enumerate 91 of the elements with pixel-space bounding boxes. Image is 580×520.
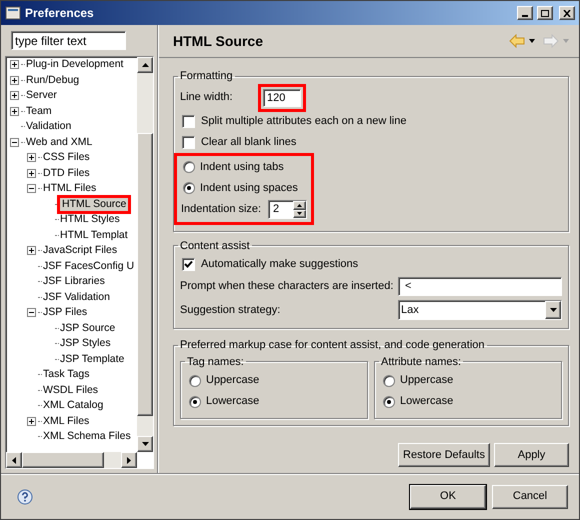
radio-button[interactable] bbox=[383, 396, 395, 408]
dialog-button[interactable]: Cancel bbox=[492, 484, 568, 508]
tree-item[interactable]: XML Schema Files bbox=[42, 429, 132, 444]
tree-item[interactable]: JavaScript Files bbox=[42, 243, 118, 258]
down-arrow-icon bbox=[297, 212, 302, 216]
radio-button[interactable] bbox=[183, 161, 195, 173]
page-button[interactable]: Apply bbox=[494, 443, 569, 467]
radio-label: Lowercase bbox=[400, 394, 454, 410]
tree-item[interactable]: Server bbox=[25, 88, 58, 104]
tree-item[interactable]: Web and XML bbox=[25, 134, 94, 150]
collapse-icon[interactable] bbox=[27, 184, 36, 194]
expand-icon[interactable] bbox=[10, 106, 19, 116]
close-icon bbox=[563, 10, 571, 16]
indentation-size-spinner[interactable]: 2 bbox=[268, 200, 307, 219]
left-arrow-icon bbox=[12, 456, 16, 464]
tree-item[interactable]: Task Tags bbox=[42, 367, 90, 382]
tree-item[interactable]: XML Files bbox=[42, 414, 90, 429]
expand-icon[interactable] bbox=[27, 416, 36, 426]
close-button[interactable] bbox=[559, 6, 575, 20]
radio-button[interactable] bbox=[183, 182, 195, 194]
tree-item[interactable]: HTML Files bbox=[42, 181, 98, 196]
tree-item[interactable]: Validation bbox=[25, 119, 72, 134]
expand-icon[interactable] bbox=[10, 60, 19, 70]
tree-item[interactable]: DTD Files bbox=[42, 166, 91, 181]
tree-item[interactable]: WSDL Files bbox=[42, 382, 100, 398]
down-arrow-icon bbox=[142, 442, 148, 446]
checkbox[interactable] bbox=[182, 136, 195, 148]
checkbox-label: Automatically make suggestions bbox=[201, 256, 358, 272]
tree-item[interactable]: HTML Styles bbox=[59, 212, 121, 228]
checkbox[interactable] bbox=[182, 258, 195, 270]
radio-button[interactable] bbox=[189, 374, 201, 386]
radio-label: Indent using spaces bbox=[200, 180, 298, 196]
filter-field[interactable]: type filter text bbox=[11, 31, 126, 50]
checkbox[interactable] bbox=[182, 114, 195, 128]
tree-item[interactable]: XML Catalog bbox=[42, 398, 104, 414]
prompt-characters-field[interactable]: < bbox=[398, 276, 562, 296]
field-label: Line width: bbox=[180, 90, 234, 106]
radio-label: Uppercase bbox=[400, 373, 454, 388]
maximize-button[interactable] bbox=[537, 6, 553, 20]
line-width-field[interactable]: 120 bbox=[263, 88, 301, 106]
group-title: Formatting bbox=[179, 69, 234, 84]
field-label: Suggestion strategy: bbox=[180, 302, 282, 318]
radio-label: Lowercase bbox=[206, 394, 260, 410]
field-label: Indentation size: bbox=[181, 202, 262, 218]
tree-item[interactable]: JSF Libraries bbox=[42, 274, 106, 290]
tree-item[interactable]: Run/Debug bbox=[25, 72, 80, 88]
checkbox-label: Split multiple attributes each on a new line bbox=[201, 114, 406, 129]
dropdown-arrow-icon bbox=[550, 308, 556, 312]
tree-item[interactable]: JSF FacesConfig U bbox=[42, 258, 136, 274]
tree-item[interactable]: Team bbox=[25, 104, 53, 119]
collapse-icon[interactable] bbox=[10, 138, 19, 147]
dialog-button[interactable]: OK bbox=[410, 484, 486, 508]
up-arrow-icon bbox=[297, 204, 302, 207]
tree-item[interactable]: Plug-in Development bbox=[25, 57, 124, 72]
up-arrow-icon bbox=[142, 63, 148, 67]
help-icon[interactable] bbox=[17, 488, 33, 504]
horizontal-scrollbar[interactable] bbox=[6, 452, 137, 468]
page-button[interactable]: Restore Defaults bbox=[398, 443, 490, 467]
maximize-icon bbox=[541, 10, 549, 16]
right-arrow-icon bbox=[127, 456, 131, 464]
tree-item[interactable]: HTML Source bbox=[59, 196, 130, 212]
expand-icon[interactable] bbox=[27, 168, 36, 178]
radio-label: Uppercase bbox=[206, 373, 260, 388]
tree-item[interactable]: JSP Files bbox=[42, 305, 88, 320]
expand-icon[interactable] bbox=[10, 76, 19, 85]
strategy-dropdown[interactable]: Lax bbox=[398, 300, 562, 320]
tree-item[interactable]: CSS Files bbox=[42, 150, 91, 166]
expand-icon[interactable] bbox=[27, 246, 36, 256]
page-title: HTML Source bbox=[173, 32, 264, 50]
tree-item[interactable]: JSF Validation bbox=[42, 290, 111, 305]
dropdown-icon[interactable] bbox=[529, 39, 535, 43]
checkbox-label: Clear all blank lines bbox=[201, 134, 296, 150]
radio-label: Indent using tabs bbox=[200, 160, 284, 175]
expand-icon[interactable] bbox=[10, 91, 19, 100]
expand-icon[interactable] bbox=[27, 153, 36, 162]
minimize-button[interactable] bbox=[517, 6, 533, 20]
field-label: Prompt when these characters are inserted: bbox=[180, 278, 394, 294]
radio-button[interactable] bbox=[189, 396, 201, 408]
window-title: Preferences bbox=[25, 5, 95, 22]
group-title: Content assist bbox=[179, 238, 251, 254]
collapse-icon[interactable] bbox=[27, 308, 36, 318]
window-icon bbox=[5, 5, 21, 21]
tree-item[interactable]: JSP Source bbox=[59, 320, 116, 336]
vertical-scrollbar[interactable] bbox=[137, 57, 153, 452]
radio-button[interactable] bbox=[383, 374, 395, 386]
tree-item[interactable]: JSP Styles bbox=[59, 336, 112, 352]
group-title: Attribute names: bbox=[380, 354, 462, 370]
tree-item[interactable]: HTML Templat bbox=[59, 228, 129, 243]
group-title: Preferred markup case for content assist, and code generation bbox=[179, 338, 486, 353]
tree-item[interactable]: JSP Template bbox=[59, 352, 126, 367]
group-title: Tag names: bbox=[186, 354, 245, 370]
